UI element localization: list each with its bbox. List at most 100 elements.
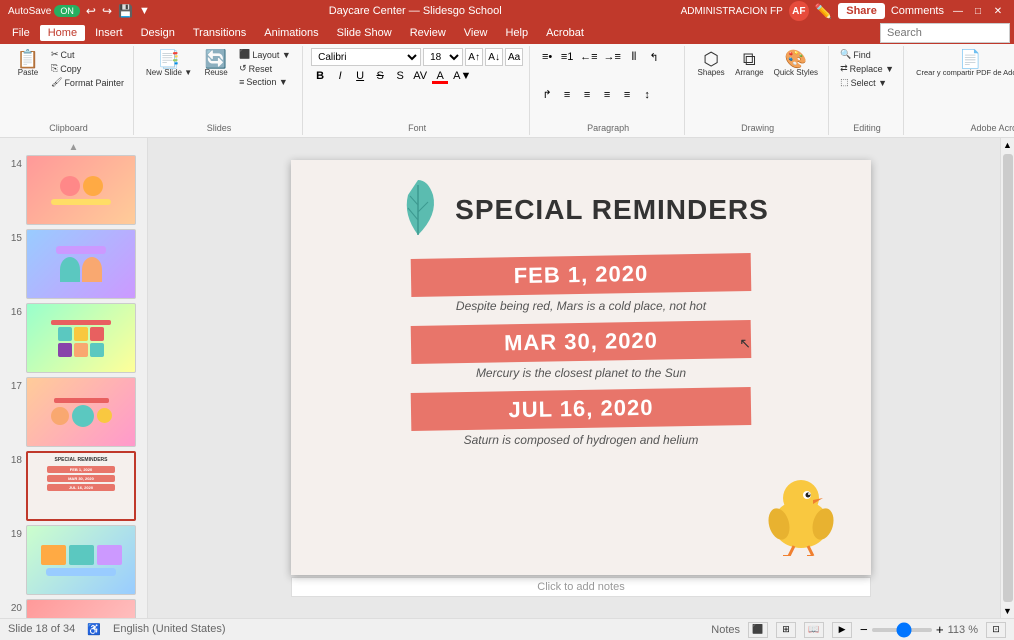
scroll-down-button[interactable]: ▼ <box>1001 604 1014 618</box>
zoom-slider[interactable] <box>872 628 932 632</box>
slide-img-16[interactable] <box>26 303 136 373</box>
menu-slideshow[interactable]: Slide Show <box>329 25 400 41</box>
line-spacing-button[interactable]: ↕ <box>638 86 656 104</box>
menu-transitions[interactable]: Transitions <box>185 25 254 41</box>
arrange-button[interactable]: ⧉ Arrange <box>731 48 767 79</box>
pen-icon[interactable]: ✏️ <box>815 3 832 20</box>
scroll-up-button[interactable]: ▲ <box>1001 138 1014 152</box>
shapes-button[interactable]: ⬡ Shapes <box>693 48 729 79</box>
view-normal-button[interactable]: ⬛ <box>748 622 768 638</box>
slide-img-14[interactable] <box>26 155 136 225</box>
format-painter-button[interactable]: 🖌 Format Painter <box>48 76 127 89</box>
align-right-button[interactable]: ≡ <box>598 86 616 104</box>
close-button[interactable]: ✕ <box>990 3 1006 19</box>
zoom-out-button[interactable]: − <box>860 622 868 637</box>
menu-insert[interactable]: Insert <box>87 25 131 41</box>
zoom-in-button[interactable]: + <box>936 622 944 637</box>
status-right: Notes ⬛ ⊞ 📖 ▶ − + 113 % ⊡ <box>711 622 1006 638</box>
more-tools-icon[interactable]: ▼ <box>139 5 150 17</box>
align-justify-button[interactable]: ≡ <box>618 86 636 104</box>
slide-title: SPECIAL REMINDERS <box>455 194 769 226</box>
align-center-button[interactable]: ≡ <box>578 86 596 104</box>
highlight-button[interactable]: A▼ <box>451 67 473 85</box>
new-slide-button[interactable]: 📑 New Slide ▼ <box>142 48 196 79</box>
ltr-button[interactable]: ↱ <box>538 86 556 104</box>
redo-icon[interactable]: ↪ <box>102 4 112 18</box>
align-left-button[interactable]: ≡ <box>558 86 576 104</box>
strikethrough-button[interactable]: S <box>371 67 389 85</box>
numbering-button[interactable]: ≡1 <box>558 48 576 66</box>
clipboard-label: Clipboard <box>10 121 127 133</box>
rtl-button[interactable]: ↰ <box>645 48 663 66</box>
font-decrease-button[interactable]: A↓ <box>485 48 503 66</box>
char-spacing-button[interactable]: AV <box>411 67 429 85</box>
save-icon[interactable]: 💾 <box>118 4 133 18</box>
bullets-button[interactable]: ≡• <box>538 48 556 66</box>
underline-button[interactable]: U <box>351 67 369 85</box>
font-name-select[interactable]: Calibri <box>311 48 421 66</box>
scroll-thumb[interactable] <box>1003 154 1013 602</box>
indent-decrease-button[interactable]: ←≡ <box>578 48 599 66</box>
section-button[interactable]: ≡ Section ▼ <box>236 76 296 88</box>
user-avatar[interactable]: AF <box>789 1 809 21</box>
slide-img-15[interactable] <box>26 229 136 299</box>
replace-button[interactable]: ⇄ Replace ▼ <box>837 62 897 75</box>
menu-review[interactable]: Review <box>402 25 454 41</box>
reuse-icon: 🔄 <box>205 50 227 68</box>
minimize-button[interactable]: — <box>950 3 966 19</box>
layout-button[interactable]: ⬛ Layout ▼ <box>236 48 296 61</box>
find-button[interactable]: 🔍 Find <box>837 48 897 61</box>
autosave: AutoSave ON <box>8 5 80 17</box>
slide-img-20[interactable] <box>26 599 136 618</box>
window-title: Daycare Center — Slidesgo School <box>150 5 681 17</box>
canvas-area: ▲ ▼ SPECIAL REMINDERS <box>148 138 1014 618</box>
notes-area[interactable]: Click to add notes <box>291 577 871 597</box>
cut-button[interactable]: ✂ Cut <box>48 48 127 61</box>
status-bar: Slide 18 of 34 ♿ English (United States)… <box>0 618 1014 640</box>
slide-num-19: 19 <box>4 529 22 540</box>
font-color-button[interactable]: A <box>431 67 449 85</box>
comments-button[interactable]: Comments <box>891 5 944 17</box>
font-size-select[interactable]: 18 <box>423 48 463 66</box>
menu-animations[interactable]: Animations <box>256 25 326 41</box>
slide-img-17[interactable] <box>26 377 136 447</box>
indent-increase-button[interactable]: →≡ <box>602 48 623 66</box>
undo-icon[interactable]: ↩ <box>86 4 96 18</box>
fit-slide-button[interactable]: ⊡ <box>986 622 1006 638</box>
quick-styles-icon: 🎨 <box>785 50 807 68</box>
chick-svg <box>761 466 841 556</box>
reset-button[interactable]: ↺ Reset <box>236 62 296 75</box>
shadow-button[interactable]: S <box>391 67 409 85</box>
autosave-toggle[interactable]: ON <box>54 5 80 17</box>
menu-home[interactable]: Home <box>40 25 85 41</box>
select-button[interactable]: ⬚ Select ▼ <box>837 76 897 89</box>
font-increase-button[interactable]: A↑ <box>465 48 483 66</box>
menu-help[interactable]: Help <box>497 25 536 41</box>
menu-design[interactable]: Design <box>133 25 183 41</box>
reuse-button[interactable]: 🔄 Reuse <box>198 48 234 79</box>
slide-img-18[interactable]: SPECIAL REMINDERS FEB 1, 2020 MAR 30, 20… <box>26 451 136 521</box>
reminder-item-3: JUL 16, 2020 Saturn is composed of hydro… <box>321 390 841 447</box>
copy-button[interactable]: ⎘ Copy <box>48 62 127 75</box>
clear-format-button[interactable]: Aa <box>505 48 523 66</box>
menu-acrobat[interactable]: Acrobat <box>538 25 592 41</box>
share-button[interactable]: Share <box>838 3 885 19</box>
slide-img-19[interactable] <box>26 525 136 595</box>
columns-button[interactable]: ⫴ <box>625 48 643 66</box>
paste-button[interactable]: 📋 Paste <box>10 48 46 79</box>
slide-num-14: 14 <box>4 159 22 170</box>
view-slide-sorter-button[interactable]: ⊞ <box>776 622 796 638</box>
notes-button[interactable]: Notes <box>711 624 740 636</box>
create-pdf-button[interactable]: 📄 Crear y compartir PDF de Adobe <box>912 48 1014 79</box>
menu-view[interactable]: View <box>456 25 496 41</box>
panel-scroll-up[interactable]: ▲ <box>4 142 143 153</box>
maximize-button[interactable]: □ <box>970 3 986 19</box>
view-reading-button[interactable]: 📖 <box>804 622 824 638</box>
quick-styles-button[interactable]: 🎨 Quick Styles <box>770 48 822 79</box>
bold-button[interactable]: B <box>311 67 329 85</box>
reminder-desc-1: Despite being red, Mars is a cold place,… <box>321 299 841 313</box>
view-presentation-button[interactable]: ▶ <box>832 622 852 638</box>
search-input[interactable] <box>880 23 1010 43</box>
italic-button[interactable]: I <box>331 67 349 85</box>
menu-file[interactable]: File <box>4 25 38 41</box>
